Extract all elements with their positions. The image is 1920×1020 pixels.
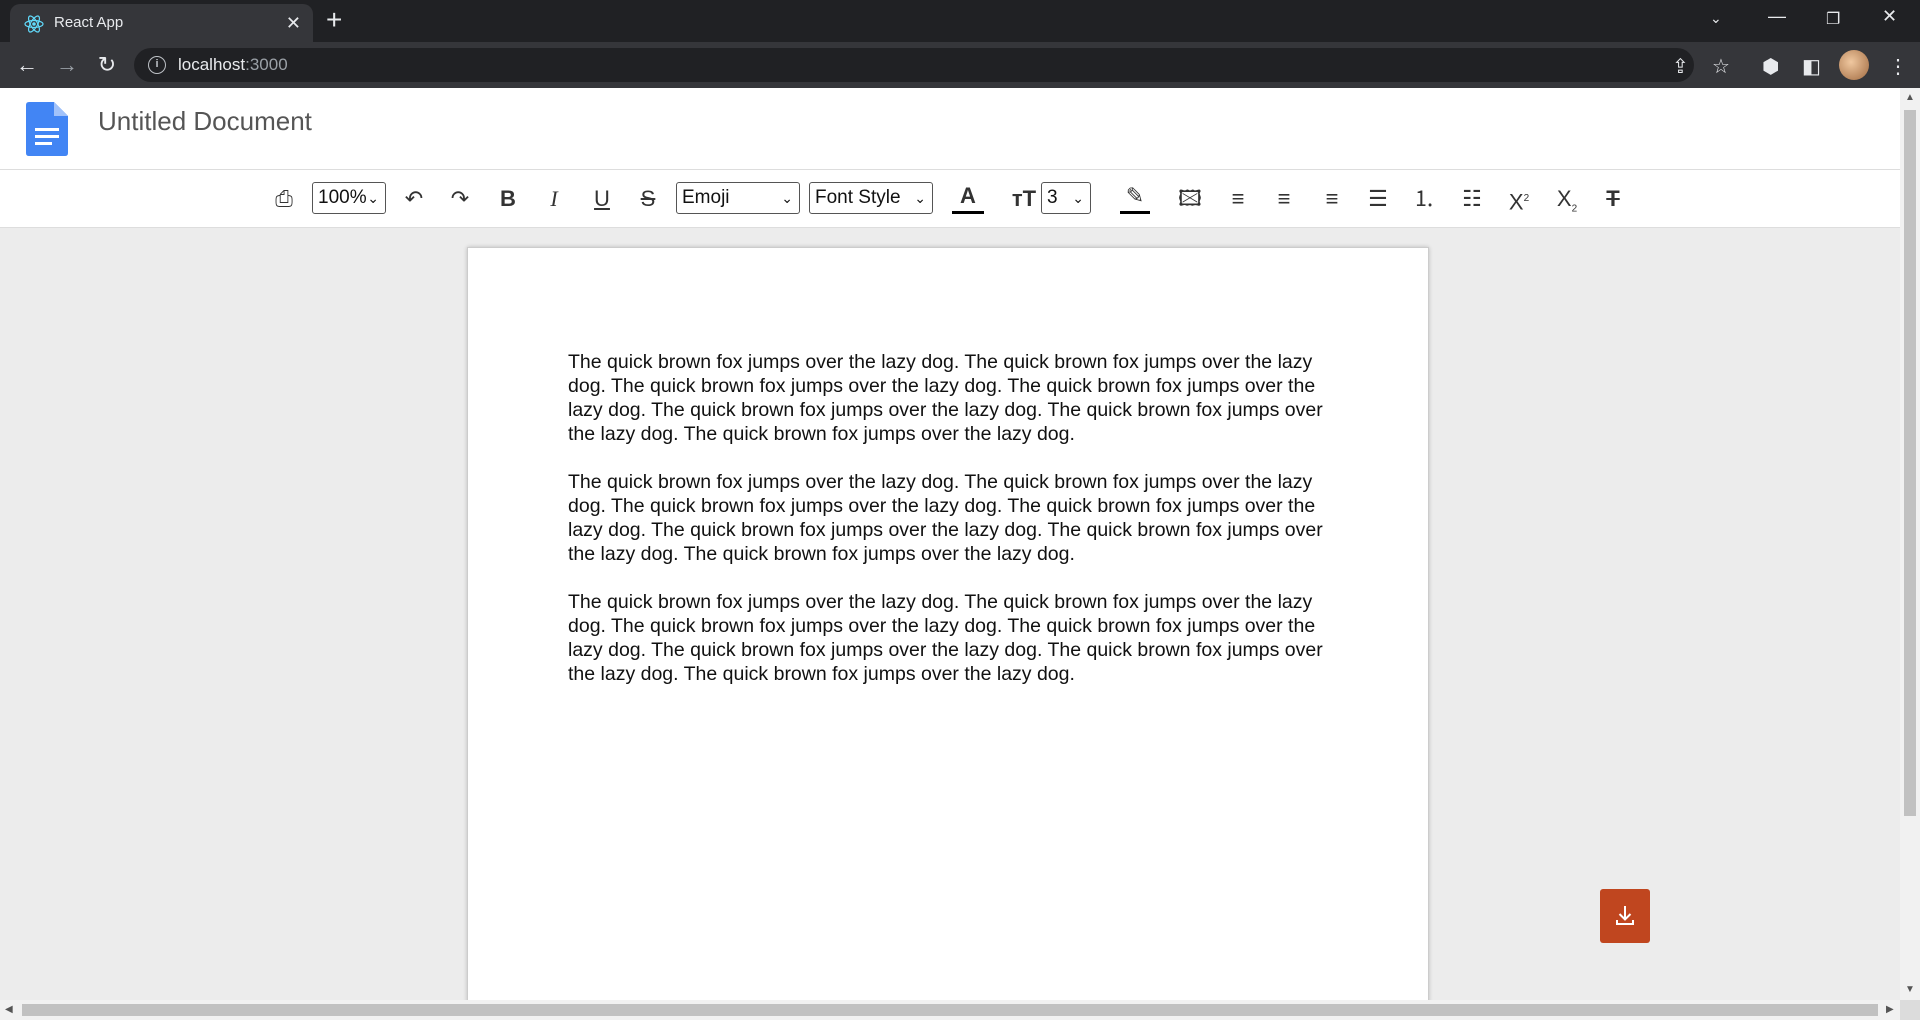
document-page[interactable]: The quick brown fox jumps over the lazy … <box>467 247 1429 1000</box>
document-icon <box>26 102 68 156</box>
ordered-list-icon[interactable]: ⒈ <box>1410 184 1438 214</box>
close-window-icon[interactable]: ✕ <box>1882 6 1897 27</box>
vertical-scroll-thumb[interactable] <box>1904 110 1916 816</box>
react-icon <box>24 15 44 33</box>
page-viewport: Untitled Document ⎙ 100% ⌄ ↶ ↷ B I U S Em… <box>0 88 1900 1000</box>
align-left-icon[interactable]: ≡ <box>1270 184 1298 214</box>
zoom-select[interactable]: 100% ⌄ <box>312 182 386 214</box>
download-button[interactable] <box>1600 889 1650 943</box>
horizontal-scroll-thumb[interactable] <box>22 1004 1878 1016</box>
url-text: localhost:3000 <box>178 55 288 74</box>
share-icon[interactable]: ⇪ <box>1672 54 1689 79</box>
bold-button[interactable]: B <box>494 184 522 214</box>
emoji-select[interactable]: Emoji ⌄ <box>676 182 800 214</box>
address-bar[interactable]: i localhost:3000 <box>134 48 1694 82</box>
align-justify-icon[interactable]: ☰ <box>1364 184 1392 214</box>
bookmark-star-icon[interactable]: ☆ <box>1712 54 1730 79</box>
align-center-icon[interactable]: ≡ <box>1224 184 1252 214</box>
reload-icon[interactable]: ↻ <box>94 52 120 78</box>
print-icon[interactable]: ⎙ <box>270 184 298 214</box>
profile-avatar[interactable] <box>1839 50 1869 80</box>
align-right-icon[interactable]: ≡ <box>1318 184 1346 214</box>
redo-icon[interactable]: ↷ <box>446 184 474 214</box>
vertical-scrollbar[interactable]: ▲ ▼ <box>1900 88 1920 1000</box>
italic-button[interactable]: I <box>540 184 568 214</box>
browser-menu-icon[interactable]: ⋮ <box>1888 54 1908 79</box>
subscript-button[interactable]: X2 <box>1552 184 1582 214</box>
font-size-icon[interactable]: ᴛT <box>1010 184 1038 214</box>
underline-button[interactable]: U <box>588 184 616 214</box>
font-size-select[interactable]: 3 ⌄ <box>1041 182 1091 214</box>
browser-tab[interactable]: React App ✕ <box>10 4 313 42</box>
extensions-icon[interactable]: ⬢ <box>1762 54 1779 79</box>
close-tab-icon[interactable]: ✕ <box>286 13 301 34</box>
clear-format-icon[interactable]: T <box>1598 184 1628 214</box>
browser-tab-bar: React App ✕ + ⌄ — ❐ ✕ <box>0 0 1920 42</box>
minimize-icon[interactable]: — <box>1768 6 1786 27</box>
font-style-select[interactable]: Font Style ⌄ <box>809 182 933 214</box>
scroll-right-icon[interactable]: ▶ <box>1886 1004 1894 1015</box>
tab-title: React App <box>54 14 124 31</box>
new-tab-icon[interactable]: + <box>326 6 342 34</box>
scrollbar-corner <box>1900 1000 1920 1020</box>
paragraph[interactable]: The quick brown fox jumps over the lazy … <box>568 470 1328 566</box>
restore-icon[interactable]: ❐ <box>1826 9 1840 29</box>
editor-toolbar: ⎙ 100% ⌄ ↶ ↷ B I U S Emoji ⌄ Font Style ⌄ A… <box>0 170 1900 228</box>
insert-image-icon[interactable]: 🖾 <box>1176 184 1204 214</box>
undo-icon[interactable]: ↶ <box>400 184 428 214</box>
superscript-button[interactable]: X2 <box>1504 184 1534 214</box>
scroll-left-icon[interactable]: ◀ <box>5 1004 13 1015</box>
unordered-list-icon[interactable]: ☷ <box>1458 184 1486 214</box>
document-title[interactable]: Untitled Document <box>98 106 312 137</box>
horizontal-scrollbar[interactable]: ◀ ▶ <box>0 1000 1900 1020</box>
scroll-down-icon[interactable]: ▼ <box>1905 984 1915 995</box>
highlight-icon[interactable]: ✎ <box>1120 184 1150 214</box>
tab-search-icon[interactable]: ⌄ <box>1710 10 1722 27</box>
font-color-icon[interactable]: A <box>952 184 984 214</box>
scroll-up-icon[interactable]: ▲ <box>1905 92 1915 103</box>
site-info-icon[interactable]: i <box>148 56 166 74</box>
app-header: Untitled Document <box>0 88 1900 170</box>
paragraph[interactable]: The quick brown fox jumps over the lazy … <box>568 590 1328 686</box>
side-panel-icon[interactable]: ◧ <box>1802 54 1821 79</box>
back-icon[interactable]: ← <box>14 52 40 78</box>
paragraph[interactable]: The quick brown fox jumps over the lazy … <box>568 350 1328 446</box>
browser-toolbar: ← → ↻ i localhost:3000 ⇪ ☆ ⬢ ◧ ⋮ <box>0 42 1920 88</box>
strikethrough-button[interactable]: S <box>634 184 662 214</box>
download-icon <box>1616 906 1634 925</box>
forward-icon[interactable]: → <box>54 52 80 78</box>
